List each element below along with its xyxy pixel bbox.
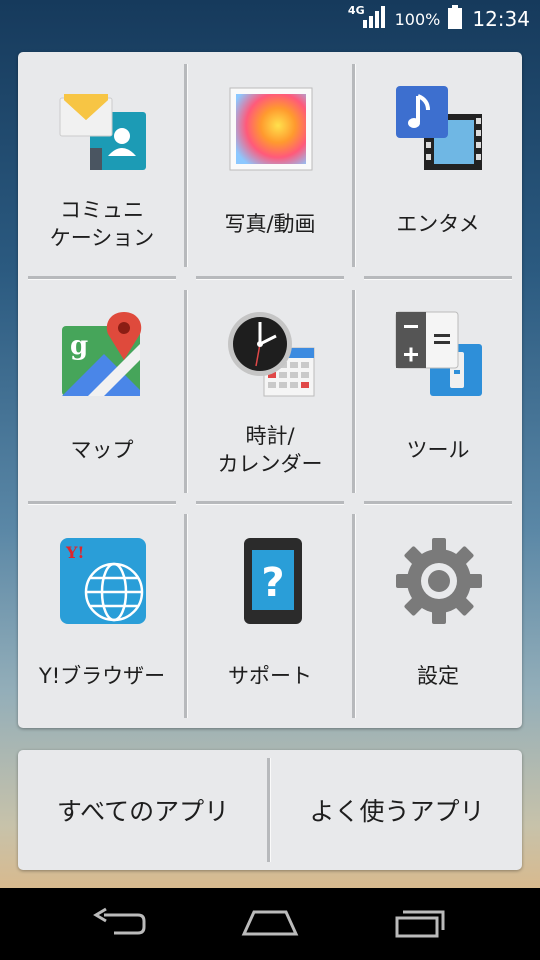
- grid-item-label: 設定: [417, 664, 459, 688]
- yahoo-browser-icon: Y!: [58, 536, 148, 626]
- status-clock: 12:34: [472, 7, 530, 31]
- photo-video-icon: [226, 84, 316, 174]
- recents-button[interactable]: [380, 902, 460, 946]
- app-category-grid: コミュニ ケーション 写真/動画 エンタメ g マップ 時計/ カレンダー ツー…: [18, 52, 522, 728]
- grid-item-support[interactable]: ? サポート: [186, 504, 354, 729]
- grid-item-settings[interactable]: 設定: [354, 504, 522, 729]
- clock-calendar-icon: [226, 310, 316, 400]
- home-icon: [240, 908, 300, 940]
- battery-icon: [448, 5, 463, 33]
- grid-item-maps[interactable]: g マップ: [18, 278, 186, 503]
- home-button[interactable]: [230, 902, 310, 946]
- network-type: 4G: [347, 3, 365, 17]
- grid-item-yahoo-browser[interactable]: Y! Y!ブラウザー: [18, 504, 186, 729]
- grid-item-label: Y!ブラウザー: [38, 664, 166, 688]
- status-bar: 4G 100% 12:34: [0, 0, 540, 38]
- frequent-apps-button[interactable]: よく使うアプリ: [272, 750, 522, 870]
- grid-item-tools[interactable]: ツール: [354, 278, 522, 503]
- recents-icon: [393, 906, 447, 942]
- tools-icon: [394, 310, 484, 400]
- grid-item-label: エンタメ: [396, 212, 480, 236]
- grid-item-label: 時計/ カレンダー: [217, 424, 323, 476]
- grid-item-label: コミュニ ケーション: [49, 198, 155, 250]
- grid-item-label: マップ: [70, 438, 134, 462]
- entertainment-icon: [394, 84, 484, 174]
- svg-text:?: ?: [261, 560, 284, 606]
- grid-item-label: 写真/動画: [224, 212, 316, 236]
- grid-item-entertainment[interactable]: エンタメ: [354, 52, 522, 277]
- grid-item-label: ツール: [406, 438, 470, 462]
- app-list-buttons: すべてのアプリ よく使うアプリ: [18, 750, 522, 870]
- back-button[interactable]: [80, 902, 160, 946]
- svg-text:Y!: Y!: [65, 543, 84, 562]
- grid-item-photo-video[interactable]: 写真/動画: [186, 52, 354, 277]
- support-icon: ?: [226, 536, 316, 626]
- settings-icon: [394, 536, 484, 626]
- battery-percent: 100%: [394, 9, 441, 29]
- maps-icon: g: [58, 310, 148, 400]
- navigation-bar: [0, 888, 540, 960]
- grid-item-label: サポート: [228, 664, 312, 688]
- svg-text:g: g: [70, 331, 88, 361]
- signal-icon: [362, 6, 387, 32]
- all-apps-button[interactable]: すべてのアプリ: [18, 750, 268, 870]
- communication-icon: [58, 84, 148, 174]
- grid-item-clock-calendar[interactable]: 時計/ カレンダー: [186, 278, 354, 503]
- back-icon: [92, 907, 148, 941]
- grid-item-communication[interactable]: コミュニ ケーション: [18, 52, 186, 277]
- button-divider: [267, 758, 271, 862]
